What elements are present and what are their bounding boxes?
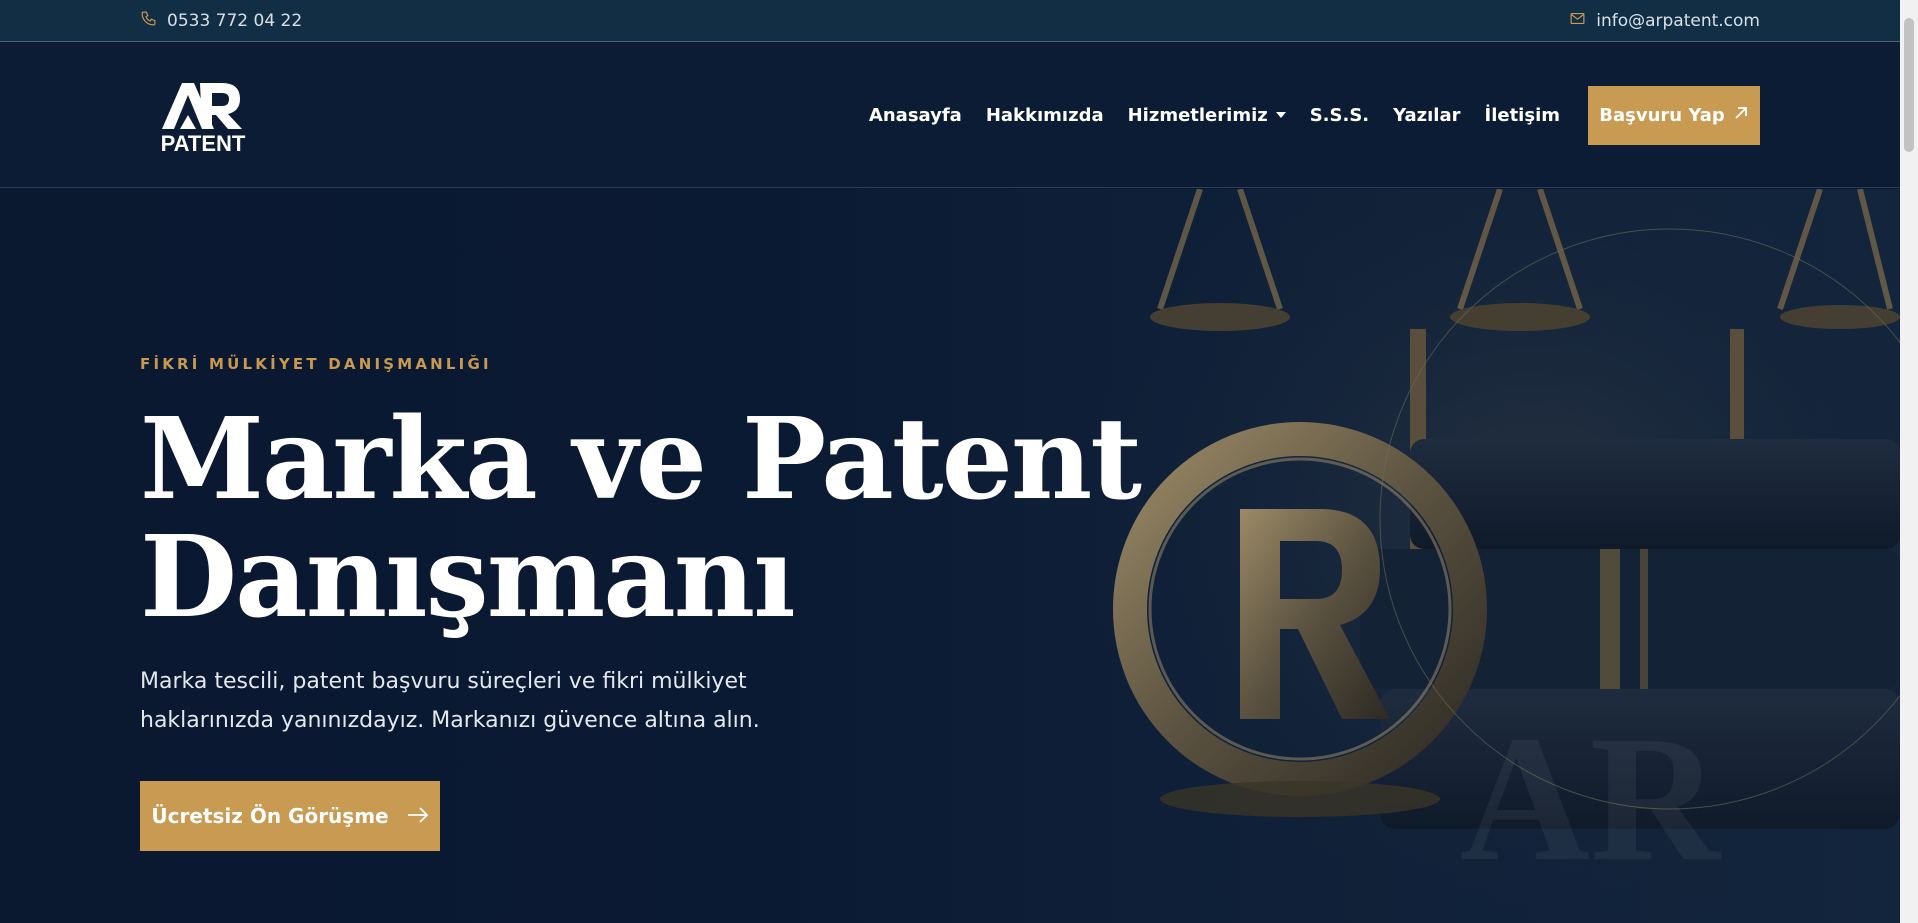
svg-text:AR: AR [1460, 699, 1722, 898]
hero-title: Marka ve Patent Danışmanı [140, 394, 1142, 643]
mail-icon [1569, 10, 1586, 32]
hero-lead: Marka tescili, patent başvuru süreçleri … [140, 669, 760, 733]
arrow-right-icon [407, 804, 429, 828]
email-contact[interactable]: info@arpatent.com [1569, 10, 1760, 32]
phone-contact[interactable]: 0533 772 04 22 [140, 10, 302, 32]
nav-sss[interactable]: S.S.S. [1298, 105, 1381, 126]
nav-anasayfa[interactable]: Anasayfa [857, 105, 974, 126]
email-address[interactable]: info@arpatent.com [1596, 11, 1760, 31]
hero-title-line-1: Marka ve Patent [140, 394, 1142, 525]
chevron-down-icon [1275, 112, 1286, 118]
trademark-scales-illustration: AR [1080, 189, 1900, 923]
main-nav: Anasayfa Hakkımızda Hizmetlerimiz S.S.S.… [857, 85, 1760, 145]
page-scrollbar[interactable] [1900, 0, 1918, 923]
site-header: PATENT Anasayfa Hakkımızda Hizmetlerimiz… [0, 43, 1900, 188]
top-info-bar: 0533 772 04 22 info@arpatent.com [0, 0, 1900, 42]
phone-number[interactable]: 0533 772 04 22 [167, 11, 302, 31]
phone-icon [140, 10, 157, 32]
scrollbar-thumb[interactable] [1904, 18, 1914, 152]
site-logo[interactable]: PATENT [160, 77, 246, 156]
free-consultation-button[interactable]: Ücretsiz Ön Görüşme [140, 781, 440, 851]
hero-title-line-2: Danışmanı [140, 512, 796, 643]
nav-hakkimizda[interactable]: Hakkımızda [974, 105, 1116, 126]
hero-eyebrow: FİKRİ MÜLKİYET DANIŞMANLIĞI [140, 355, 492, 373]
nav-hizmetlerimiz[interactable]: Hizmetlerimiz [1116, 105, 1298, 126]
arrow-up-right-icon [1733, 105, 1749, 126]
hero-section: AR FİKRİ MÜLKİYET DANIŞMANLIĞI Marka ve … [0, 189, 1900, 923]
apply-button[interactable]: Başvuru Yap [1588, 85, 1760, 145]
svg-text:PATENT: PATENT [161, 131, 246, 153]
nav-yazilar[interactable]: Yazılar [1381, 105, 1472, 126]
nav-iletisim[interactable]: İletişim [1473, 105, 1573, 126]
